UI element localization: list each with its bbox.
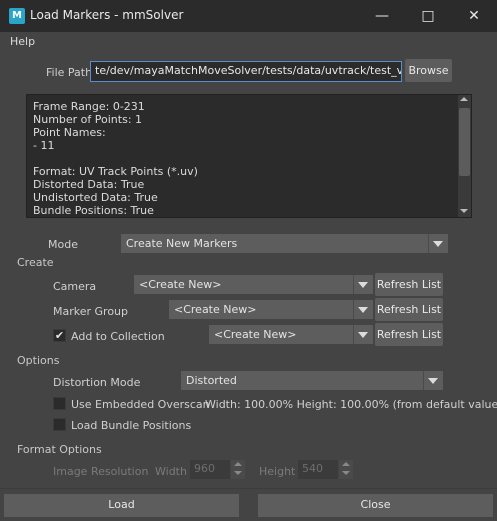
create-section-title: Create [17, 256, 54, 269]
window-title: Load Markers - mmSolver [30, 8, 184, 22]
file-path-label: File Path [46, 66, 93, 79]
marker-group-label: Marker Group [53, 305, 129, 318]
scroll-up-icon[interactable] [460, 97, 468, 101]
marker-group-dropdown[interactable]: <Create New> [169, 300, 353, 319]
chevron-down-icon[interactable] [353, 300, 373, 319]
load-button[interactable]: Load [4, 494, 239, 517]
info-line: Point Names: [33, 126, 106, 139]
width-stepper[interactable] [231, 460, 245, 479]
collection-refresh-button[interactable]: Refresh List [375, 323, 443, 346]
scroll-thumb[interactable] [459, 108, 470, 176]
file-path-input[interactable]: te/dev/mayaMatchMoveSolver/tests/data/uv… [90, 61, 402, 82]
maximize-icon[interactable]: □ [405, 0, 451, 32]
use-embedded-overscan-checkbox[interactable] [53, 397, 66, 410]
info-line: Number of Points: 1 [33, 113, 143, 126]
overscan-info-text: Width: 100.00% Height: 100.00% (from def… [205, 398, 497, 411]
chevron-down-icon[interactable] [353, 275, 373, 294]
scroll-down-icon[interactable] [460, 209, 468, 213]
chevron-down-icon[interactable] [423, 371, 443, 390]
image-resolution-label: Image Resolution [53, 465, 149, 478]
info-line: Distorted Data: True [33, 178, 145, 191]
maya-icon: M [9, 8, 25, 24]
format-options-section-title: Format Options [17, 443, 102, 456]
marker-group-refresh-button[interactable]: Refresh List [375, 298, 443, 321]
info-line: Frame Range: 0-231 [33, 100, 145, 113]
add-to-collection-checkbox[interactable]: ✔ [53, 329, 66, 342]
info-line: Bundle Positions: True [33, 204, 154, 217]
distortion-mode-label: Distortion Mode [53, 376, 141, 389]
mode-label: Mode [48, 238, 78, 251]
distortion-mode-dropdown[interactable]: Distorted [181, 371, 423, 390]
load-bundle-positions-label: Load Bundle Positions [71, 419, 192, 432]
camera-dropdown[interactable]: <Create New> [134, 275, 353, 294]
info-line: Format: UV Track Points (*.uv) [33, 165, 198, 178]
minimize-icon[interactable]: — [359, 0, 405, 32]
add-to-collection-label: Add to Collection [71, 330, 165, 343]
info-line: - 11 [33, 139, 55, 152]
load-bundle-positions-checkbox[interactable] [53, 418, 66, 431]
width-label: Width [155, 465, 187, 478]
info-line [33, 152, 465, 165]
height-spinbox[interactable]: 540 [298, 460, 338, 479]
options-section-title: Options [17, 354, 60, 367]
height-label: Height [259, 465, 296, 478]
close-button[interactable]: Close [258, 494, 493, 517]
camera-refresh-button[interactable]: Refresh List [375, 273, 443, 296]
collection-dropdown[interactable]: <Create New> [209, 325, 353, 344]
footer-divider [0, 488, 497, 489]
chevron-down-icon[interactable] [428, 234, 448, 253]
browse-button[interactable]: Browse [405, 59, 452, 82]
info-line: Undistorted Data: True [33, 191, 158, 204]
close-icon[interactable]: ✕ [451, 0, 497, 32]
chevron-down-icon[interactable] [353, 325, 373, 344]
use-embedded-overscan-label: Use Embedded Overscan [71, 398, 210, 411]
file-info-text: Frame Range: 0-231 Number of Points: 1 P… [26, 94, 472, 218]
width-spinbox[interactable]: 960 [190, 460, 230, 479]
mode-dropdown[interactable]: Create New Markers [121, 234, 428, 253]
height-stepper[interactable] [339, 460, 353, 479]
menu-help[interactable]: Help [10, 35, 35, 48]
camera-label: Camera [53, 280, 97, 293]
